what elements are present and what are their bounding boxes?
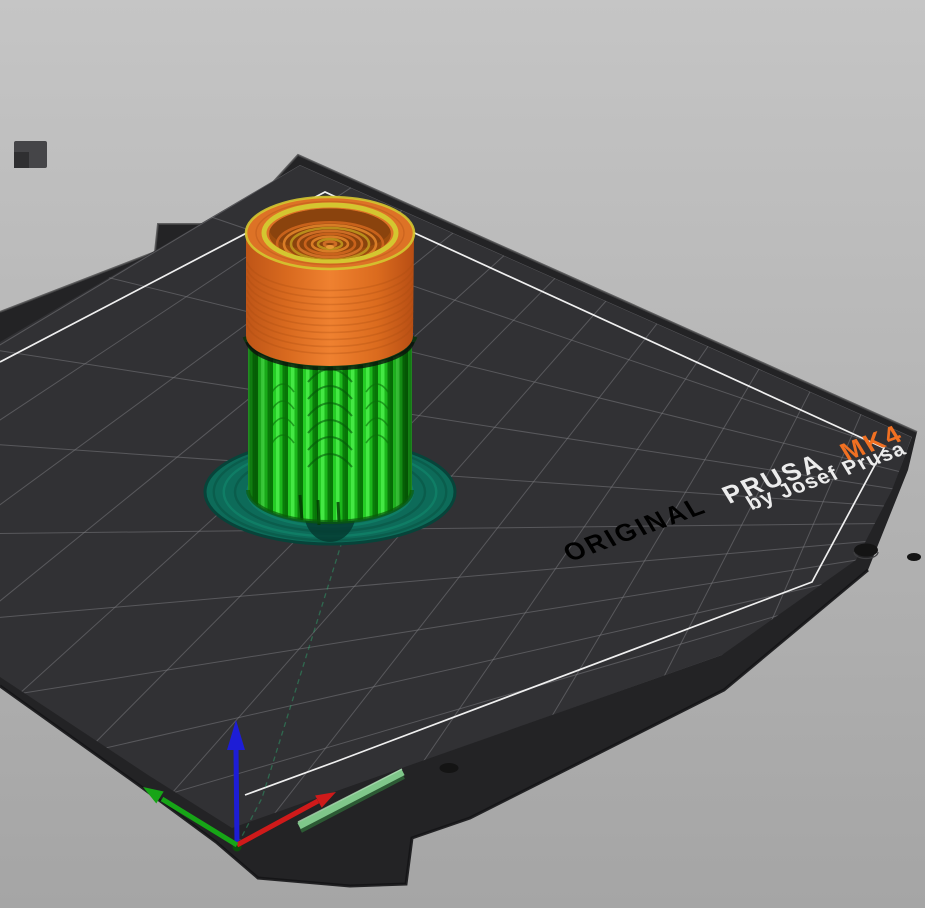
print-bed: ORIGINAL PRUSA MK4 by Josef Prusa bbox=[0, 153, 921, 888]
cavity-center bbox=[326, 245, 334, 249]
printer-frame-fragment bbox=[14, 141, 47, 168]
bed-screw-hole bbox=[907, 553, 921, 561]
bed-screw-hole bbox=[439, 763, 459, 773]
3d-viewport[interactable]: ORIGINAL PRUSA MK4 by Josef Prusa bbox=[0, 0, 925, 908]
bed-screw-hole bbox=[854, 543, 878, 557]
gcode-preview-canvas[interactable]: ORIGINAL PRUSA MK4 by Josef Prusa bbox=[0, 0, 925, 908]
orange-section bbox=[244, 195, 416, 367]
